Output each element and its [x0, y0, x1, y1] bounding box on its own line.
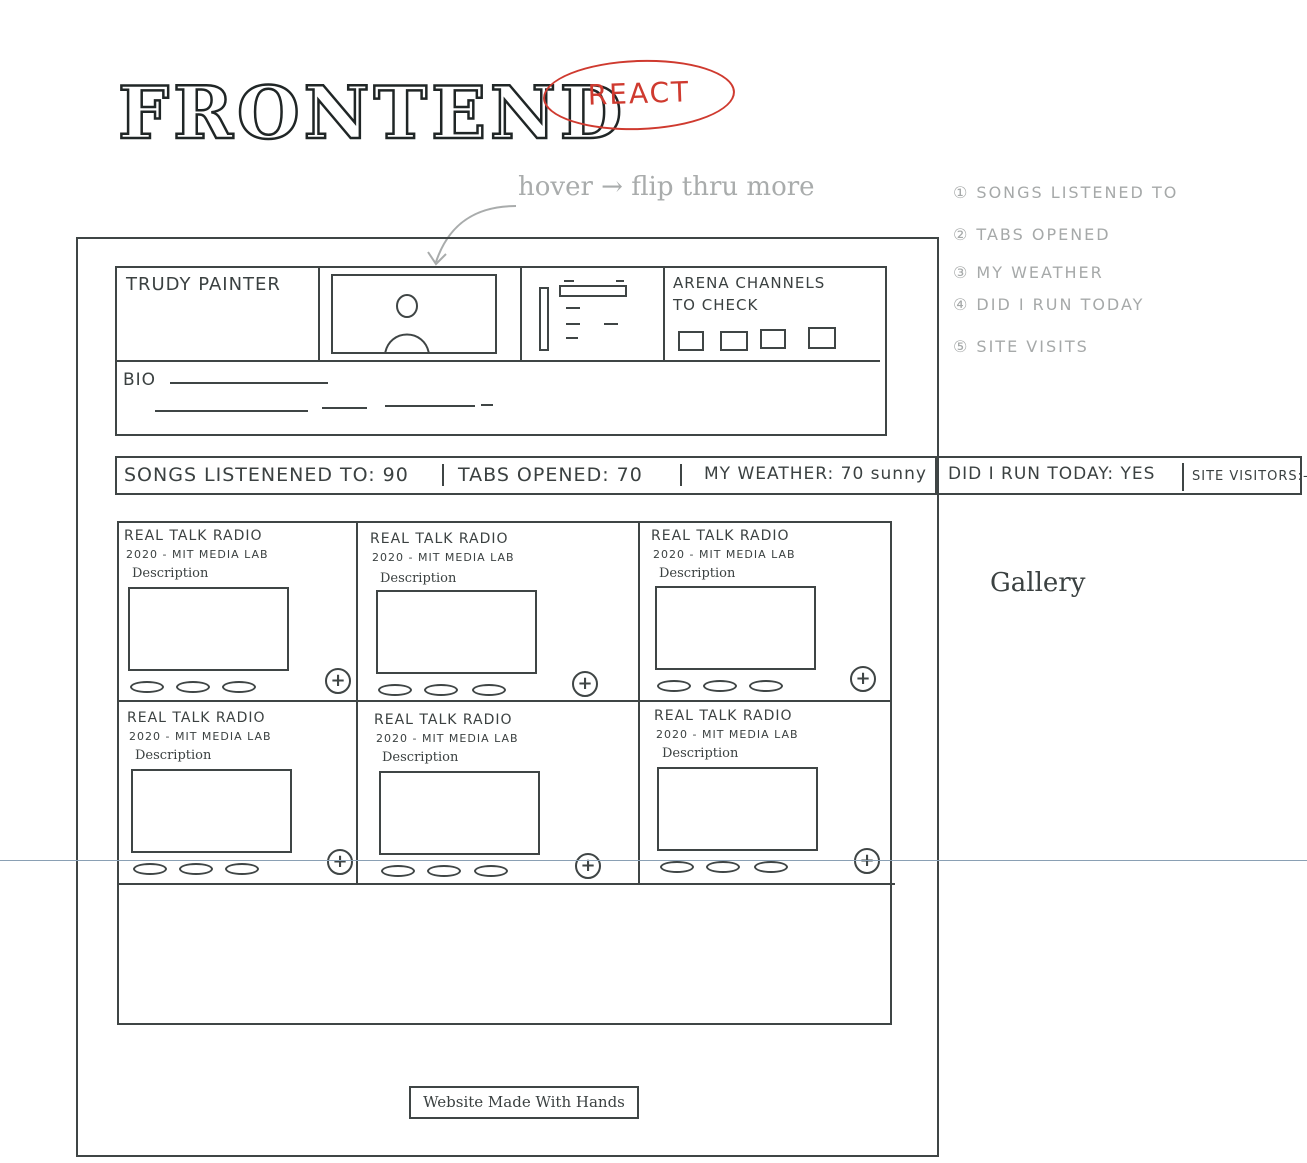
gallery-card[interactable]: REAL TALK RADIO 2020 - MIT MEDIA LAB Des… — [652, 708, 890, 880]
card-tag[interactable] — [222, 681, 256, 693]
list-widget-icon[interactable] — [534, 278, 634, 354]
card-subtitle: 2020 - MIT MEDIA LAB — [129, 730, 272, 743]
stat-run: DID I RUN TODAY: YES — [948, 464, 1156, 484]
card-tag[interactable] — [754, 861, 788, 873]
feature-item: ⑤ SITE VISITS — [953, 337, 1089, 356]
card-tag[interactable] — [424, 684, 458, 696]
card-subtitle: 2020 - MIT MEDIA LAB — [653, 548, 796, 561]
card-tag[interactable] — [378, 684, 412, 696]
card-tag[interactable] — [179, 863, 213, 875]
profile-name: TRUDY PAINTER — [126, 274, 281, 295]
add-icon[interactable]: + — [327, 849, 353, 875]
card-subtitle: 2020 - MIT MEDIA LAB — [656, 728, 799, 741]
card-tag[interactable] — [381, 865, 415, 877]
card-title: REAL TALK RADIO — [654, 708, 793, 724]
card-tag[interactable] — [225, 863, 259, 875]
bio-label: BIO — [123, 370, 157, 390]
gallery-card[interactable]: REAL TALK RADIO 2020 - MIT MEDIA LAB Des… — [122, 528, 354, 698]
stat-weather: MY WEATHER: 70 sunny — [704, 464, 927, 484]
add-icon[interactable]: + — [850, 666, 876, 692]
channels-label: ARENA CHANNELS — [673, 274, 826, 292]
card-description: Description — [380, 571, 457, 586]
card-title: REAL TALK RADIO — [374, 712, 513, 728]
card-subtitle: 2020 - MIT MEDIA LAB — [376, 732, 519, 745]
card-tag[interactable] — [427, 865, 461, 877]
guide-line — [0, 860, 1307, 861]
card-title: REAL TALK RADIO — [651, 528, 790, 544]
footer-badge: Website Made With Hands — [409, 1086, 639, 1119]
hover-annotation: hover → flip thru more — [518, 172, 815, 202]
card-title: REAL TALK RADIO — [127, 710, 266, 726]
card-image — [657, 767, 818, 851]
card-subtitle: 2020 - MIT MEDIA LAB — [372, 551, 515, 564]
card-tag[interactable] — [706, 861, 740, 873]
card-image — [379, 771, 540, 855]
card-tag[interactable] — [176, 681, 210, 693]
stat-visitors: SITE VISITORS:- — [1192, 469, 1307, 484]
card-description: Description — [662, 746, 739, 761]
card-subtitle: 2020 - MIT MEDIA LAB — [126, 548, 269, 561]
channel-thumb[interactable] — [720, 331, 748, 351]
gallery-card[interactable]: REAL TALK RADIO 2020 - MIT MEDIA LAB Des… — [368, 531, 634, 699]
card-description: Description — [135, 748, 212, 763]
channel-thumb[interactable] — [760, 329, 786, 349]
card-image — [131, 769, 292, 853]
gallery-card[interactable]: REAL TALK RADIO 2020 - MIT MEDIA LAB Des… — [372, 712, 636, 880]
feature-item: ② TABS OPENED — [953, 225, 1111, 244]
card-description: Description — [132, 566, 209, 581]
card-tag[interactable] — [657, 680, 691, 692]
card-image — [655, 586, 816, 670]
feature-item: ③ MY WEATHER — [953, 263, 1104, 282]
card-tag[interactable] — [133, 863, 167, 875]
card-title: REAL TALK RADIO — [124, 528, 263, 544]
feature-item: ① SONGS LISTENED TO — [953, 183, 1179, 202]
card-title: REAL TALK RADIO — [370, 531, 509, 547]
add-icon[interactable]: + — [325, 668, 351, 694]
card-image — [376, 590, 537, 674]
channel-thumb[interactable] — [678, 331, 704, 351]
avatar-panel[interactable] — [331, 274, 497, 355]
gallery-card[interactable]: REAL TALK RADIO 2020 - MIT MEDIA LAB Des… — [125, 710, 355, 880]
card-tag[interactable] — [749, 680, 783, 692]
stat-songs: SONGS LISTENENED TO: 90 — [124, 464, 409, 486]
card-tag[interactable] — [472, 684, 506, 696]
avatar-icon — [384, 294, 430, 355]
stat-tabs: TABS OPENED: 70 — [458, 464, 643, 486]
gallery-label: Gallery — [990, 568, 1086, 598]
card-tag[interactable] — [660, 861, 694, 873]
channels-label-2: TO CHECK — [673, 296, 759, 314]
card-image — [128, 587, 289, 671]
feature-item: ④ DID I RUN TODAY — [953, 295, 1145, 314]
add-icon[interactable]: + — [854, 848, 880, 874]
card-tag[interactable] — [474, 865, 508, 877]
card-tag[interactable] — [130, 681, 164, 693]
card-description: Description — [382, 750, 459, 765]
add-icon[interactable]: + — [572, 671, 598, 697]
add-icon[interactable]: + — [575, 853, 601, 879]
channel-thumb[interactable] — [808, 327, 836, 349]
card-description: Description — [659, 566, 736, 581]
card-tag[interactable] — [703, 680, 737, 692]
framework-badge: REACT — [541, 56, 737, 134]
gallery-card[interactable]: REAL TALK RADIO 2020 - MIT MEDIA LAB Des… — [649, 528, 889, 698]
